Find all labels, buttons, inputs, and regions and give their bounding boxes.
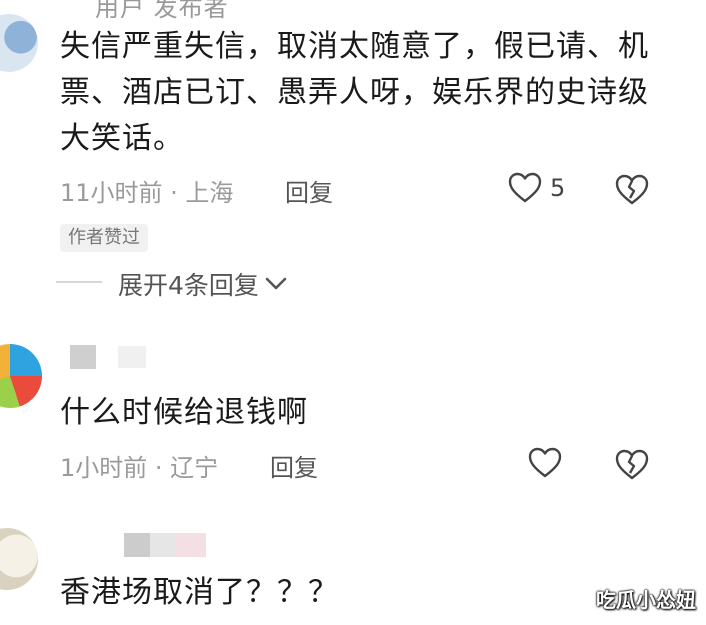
comment-text: 失信严重失信，取消太随意了，假已请、机票、酒店已订、愚弄人呀，娱乐界的史诗级大笑… [60, 29, 649, 156]
comment-text: 香港场取消了？？？ [60, 575, 339, 610]
heart-outline-icon [508, 172, 542, 203]
author-liked-badge: 作者赞过 [60, 224, 148, 252]
watermark: 吃瓜小怂妞 [596, 588, 696, 612]
comment-meta: 11小时前 · 上海 [60, 179, 234, 207]
expand-replies-button[interactable]: 展开4条回复 [118, 266, 287, 302]
username-redacted [118, 346, 146, 368]
like-button[interactable]: 5 [508, 172, 565, 204]
avatar[interactable] [0, 528, 38, 590]
avatar[interactable] [0, 14, 38, 72]
dislike-button[interactable] [614, 449, 650, 485]
heart-outline-icon [528, 447, 562, 478]
reply-button[interactable]: 回复 [285, 173, 333, 208]
previous-comment-fragment: 用户 发布者 [95, 0, 229, 22]
username-redacted [124, 533, 150, 557]
username-redacted [70, 345, 96, 369]
username-redacted [176, 533, 206, 557]
comment-meta: 1小时前 · 辽宁 [60, 454, 219, 482]
chevron-down-icon [265, 277, 287, 290]
like-button[interactable] [528, 447, 562, 483]
expand-replies-label: 展开4条回复 [118, 271, 259, 300]
reply-button[interactable]: 回复 [270, 448, 318, 483]
like-count: 5 [550, 174, 566, 202]
avatar[interactable] [0, 344, 42, 408]
comment-text: 什么时候给退钱啊 [60, 395, 308, 430]
broken-heart-icon [615, 174, 649, 205]
broken-heart-icon [615, 449, 649, 480]
username-redacted [150, 533, 176, 557]
divider [56, 281, 102, 283]
dislike-button[interactable] [614, 174, 650, 210]
